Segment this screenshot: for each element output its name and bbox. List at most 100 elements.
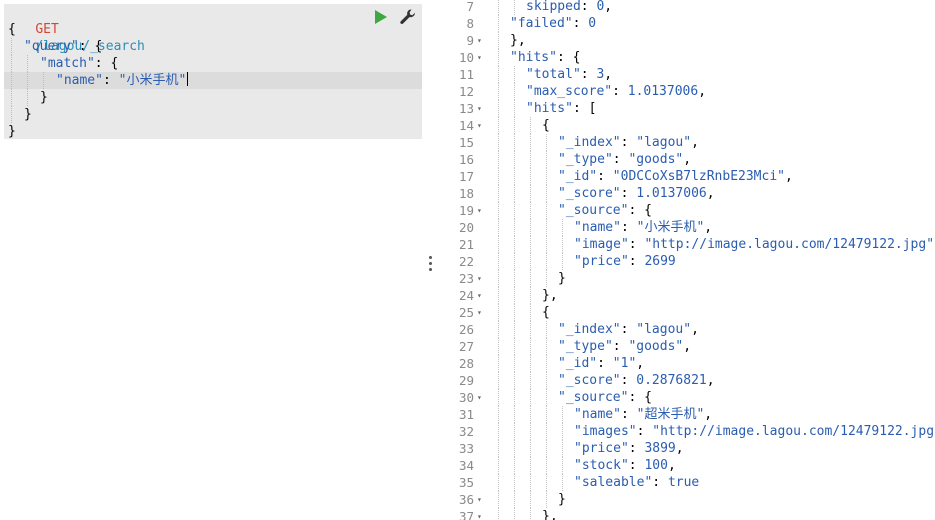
indent-guide: [546, 423, 547, 440]
json-punctuation: ,: [706, 373, 715, 388]
json-punctuation: : {: [556, 50, 581, 65]
response-line: "name": "小米手机",: [574, 219, 712, 236]
json-punctuation: ,: [706, 186, 715, 201]
json-value: "超米手机": [636, 407, 705, 422]
request-body-line[interactable]: "name": "小米手机": [56, 72, 189, 89]
json-key: "name": [574, 220, 621, 235]
indent-guide: [514, 474, 515, 491]
indent-guide: [514, 202, 515, 219]
indent-guide: [498, 355, 499, 372]
fold-toggle-icon[interactable]: ▾: [477, 491, 482, 508]
json-punctuation: :: [620, 322, 637, 337]
indent-guide: [514, 457, 515, 474]
indent-guide: [546, 355, 547, 372]
fold-toggle-icon[interactable]: ▾: [477, 202, 482, 219]
json-key: "price": [574, 254, 629, 269]
fold-toggle-icon[interactable]: ▾: [477, 117, 482, 134]
json-key: "match": [40, 56, 95, 71]
request-body-line[interactable]: "query": {: [24, 38, 102, 55]
indent-guide: [498, 474, 499, 491]
indent-guide: [530, 406, 531, 423]
indent-guide: [514, 355, 515, 372]
indent-guide: [498, 100, 499, 117]
fold-toggle-icon[interactable]: ▾: [477, 32, 482, 49]
json-value: "goods": [628, 339, 684, 354]
indent-guide: [546, 270, 547, 287]
json-punctuation: :: [628, 237, 645, 252]
json-punctuation: :: [580, 0, 597, 14]
play-icon[interactable]: [374, 9, 388, 25]
json-punctuation: ,: [604, 67, 613, 82]
json-punctuation: },: [542, 509, 558, 520]
json-punctuation: :: [620, 135, 637, 150]
json-punctuation: :: [628, 441, 645, 456]
indent-guide: [530, 440, 531, 457]
indent-guide: [498, 168, 499, 185]
response-line: "_source": {: [558, 202, 652, 219]
json-key: "name": [574, 407, 621, 422]
json-key: skipped: [526, 0, 581, 14]
json-key: "_source": [558, 390, 629, 405]
response-viewer[interactable]: 7 8 9 ▾ 10 ▾ 11 12 13 ▾ 14 ▾ 15 16 17 18 19 ▾ 20 21 22 23 ▾ 24 ▾…: [438, 0, 935, 520]
indent-guide: [546, 168, 547, 185]
json-key: "_id": [558, 356, 598, 371]
indent-guide: [546, 253, 547, 270]
json-value: 0: [588, 16, 597, 31]
json-value: "0DCCoXsB7lzRnbE23Mci": [612, 169, 785, 184]
indent-guide: [562, 423, 563, 440]
line-number: 33: [458, 441, 474, 456]
indent-guide: [530, 372, 531, 389]
fold-toggle-icon[interactable]: ▾: [477, 304, 482, 321]
fold-toggle-icon[interactable]: ▾: [477, 287, 482, 304]
wrench-icon[interactable]: [399, 8, 417, 26]
indent-guide: [498, 66, 499, 83]
indent-guide: [11, 55, 12, 72]
json-punctuation: :: [620, 220, 637, 235]
indent-guide: [514, 321, 515, 338]
json-key: "_source": [558, 203, 629, 218]
request-body-line[interactable]: }: [40, 89, 48, 106]
indent-guide: [530, 151, 531, 168]
request-line[interactable]: GET /lagou/_search: [4, 4, 145, 54]
response-line: "_index": "lagou",: [558, 321, 699, 338]
fold-toggle-icon[interactable]: ▾: [477, 270, 482, 287]
indent-guide: [498, 236, 499, 253]
json-key: "stock": [574, 458, 629, 473]
indent-guide: [530, 338, 531, 355]
line-number: 37: [458, 509, 474, 520]
json-punctuation: ,: [704, 407, 713, 422]
indent-guide: [546, 219, 547, 236]
indent-guide: [498, 15, 499, 32]
indent-guide: [530, 321, 531, 338]
json-key: "image": [574, 237, 629, 252]
indent-guide: [546, 321, 547, 338]
fold-toggle-icon[interactable]: ▾: [477, 508, 482, 520]
fold-toggle-icon[interactable]: ▾: [477, 100, 482, 117]
fold-toggle-icon[interactable]: ▾: [477, 389, 482, 406]
indent-guide: [514, 83, 515, 100]
request-body-line[interactable]: {: [8, 21, 16, 38]
pane-splitter[interactable]: [422, 0, 438, 520]
indent-guide: [514, 185, 515, 202]
indent-guide: [514, 423, 515, 440]
text-cursor: [187, 72, 189, 86]
request-body-line[interactable]: }: [24, 106, 32, 123]
indent-guide: [498, 32, 499, 49]
json-punctuation: ,: [698, 84, 707, 99]
indent-guide: [498, 440, 499, 457]
indent-guide: [514, 372, 515, 389]
indent-guide: [498, 287, 499, 304]
response-line: "hits": [: [526, 100, 596, 117]
request-body-line[interactable]: }: [8, 123, 16, 140]
fold-toggle-icon[interactable]: ▾: [477, 49, 482, 66]
indent-guide: [530, 304, 531, 321]
json-punctuation: ,: [675, 441, 684, 456]
response-line: "_score": 1.0137006,: [558, 185, 715, 202]
json-punctuation: {: [8, 22, 16, 37]
indent-guide: [498, 406, 499, 423]
request-body-line[interactable]: "match": {: [40, 55, 118, 72]
json-punctuation: }: [24, 107, 32, 122]
request-editor[interactable]: GET /lagou/_search { "query": {"match": {…: [0, 0, 423, 520]
response-line: "price": 3899,: [574, 440, 684, 457]
json-value: true: [667, 475, 700, 490]
